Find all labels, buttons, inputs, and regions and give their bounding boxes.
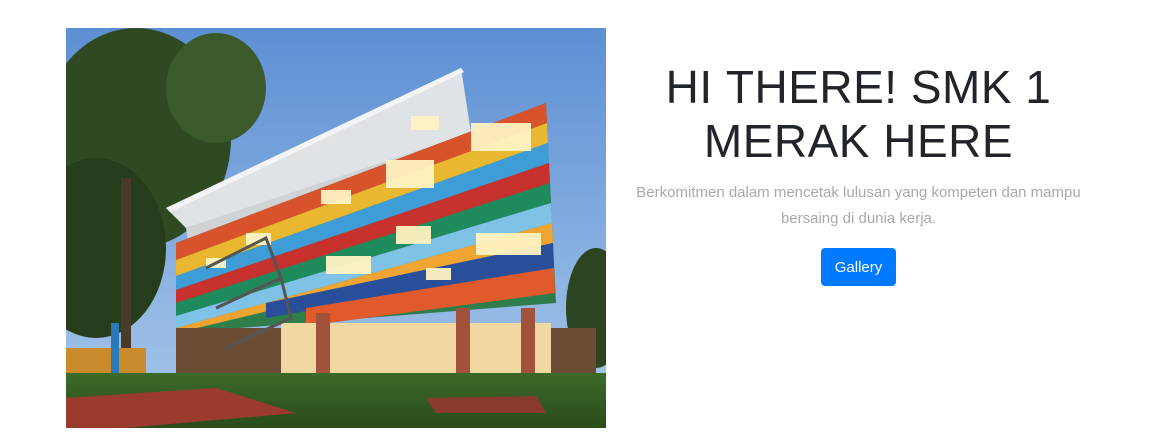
hero-text: HI THERE! SMK 1 MERAK HERE Berkomitmen d… [620, 60, 1097, 286]
headline-part: HI [665, 61, 726, 113]
gallery-button[interactable]: Gallery [820, 248, 897, 286]
hero-headline: HI THERE! SMK 1 MERAK HERE [620, 60, 1097, 168]
school-building-image [66, 28, 606, 428]
headline-emphasis: THERE! [725, 61, 898, 113]
hero-section: HI THERE! SMK 1 MERAK HERE Berkomitmen d… [0, 0, 1153, 434]
hero-description: Berkomitmen dalam mencetak lulusan yang … [636, 184, 1081, 227]
headline-part: MERAK [703, 115, 884, 167]
headline-emphasis: HERE [883, 115, 1014, 167]
headline-part: SMK 1 [897, 61, 1052, 113]
